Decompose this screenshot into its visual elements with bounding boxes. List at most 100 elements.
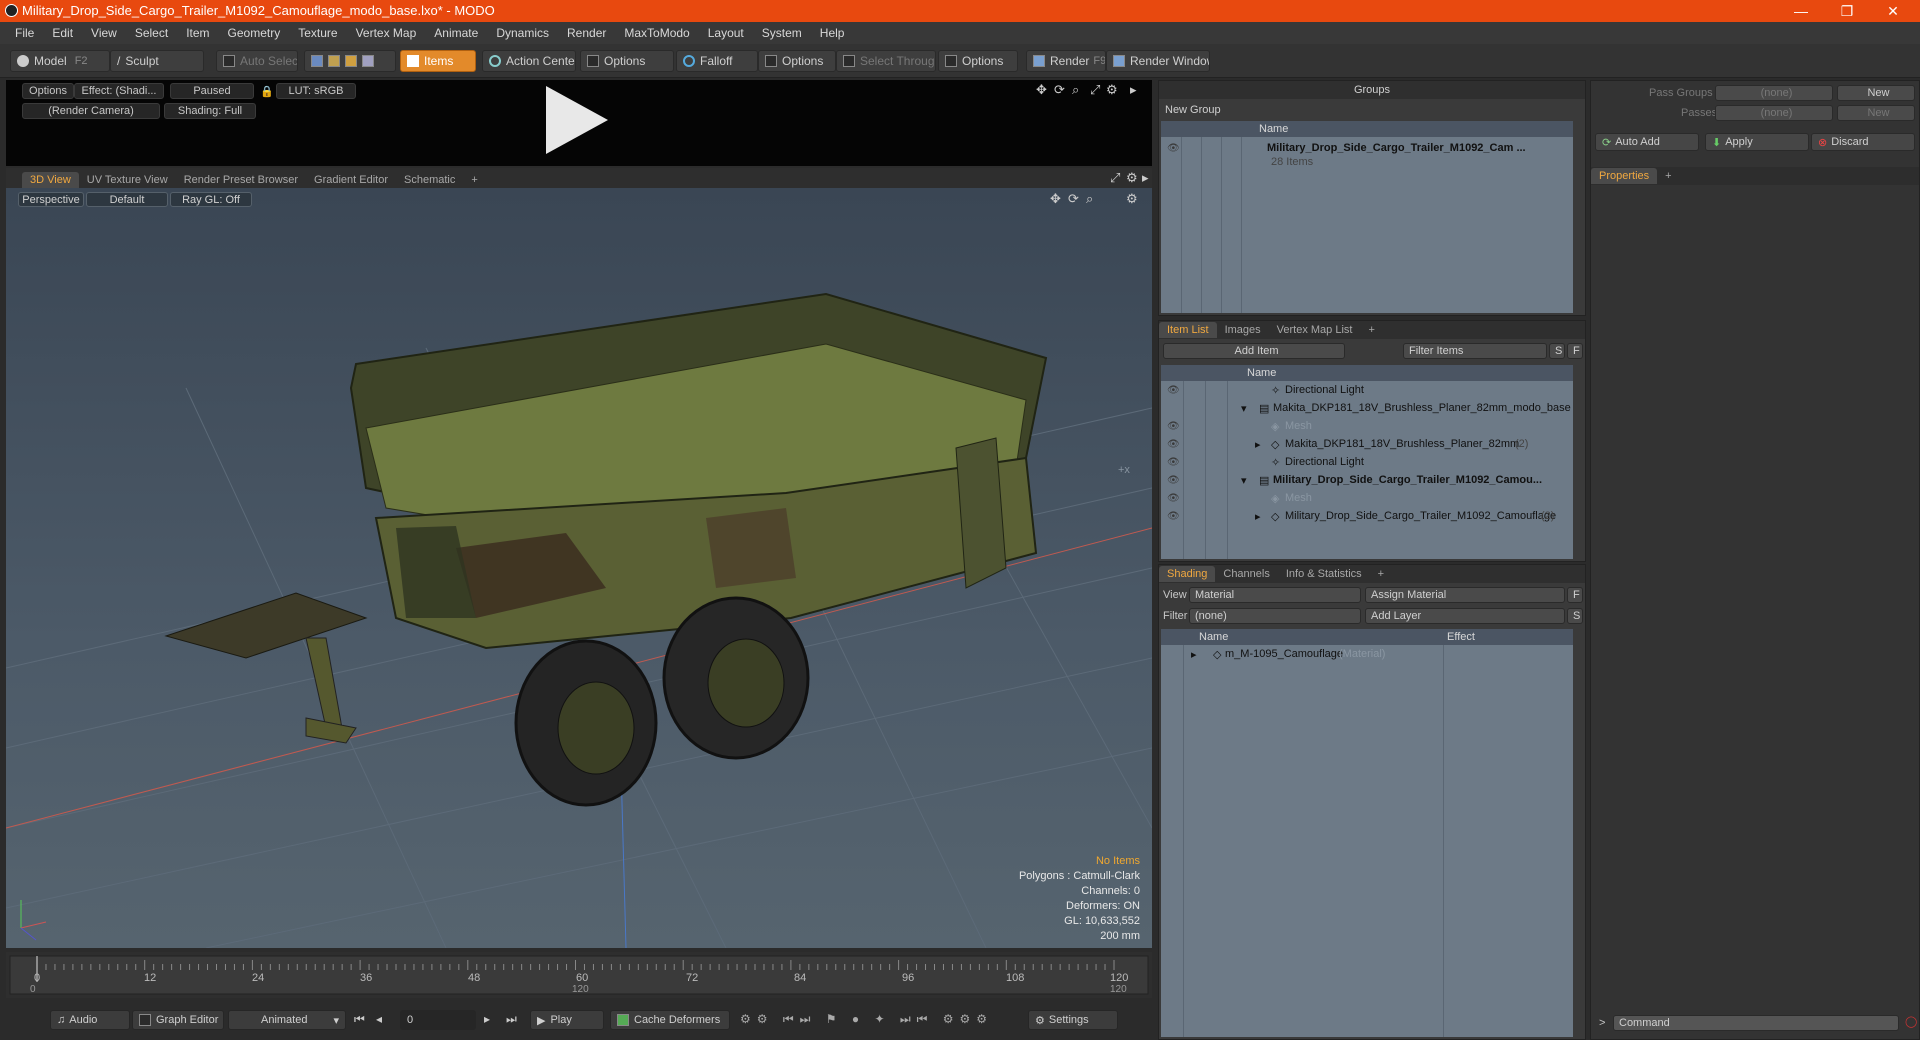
item-list[interactable]: 👁 ✧ Directional Light ▾ ▤ Makita_DKP181_18V_…: [1161, 381, 1573, 559]
eye-icon[interactable]: 👁: [1167, 475, 1180, 486]
falloff-button[interactable]: Falloff: [676, 50, 758, 72]
groups-list[interactable]: 👁 Military_Drop_Side_Cargo_Trailer_M1092…: [1161, 137, 1573, 313]
edges-mode-icon[interactable]: [328, 55, 340, 67]
menu-view[interactable]: View: [82, 26, 126, 40]
skip-start-icon[interactable]: ⏮: [354, 1012, 365, 1027]
filter-items-input[interactable]: Filter Items: [1403, 343, 1547, 359]
keyframe-controls[interactable]: ⚙⚙ ⏮⏭ ⚑ ● ✦ ⏭⏮ ⚙⚙⚙: [740, 1012, 993, 1027]
list-item[interactable]: ▾ ▤ Makita_DKP181_18V_Brushless_Planer_82m…: [1161, 399, 1573, 417]
eye-icon[interactable]: 👁: [1167, 457, 1180, 468]
menu-select[interactable]: Select: [126, 26, 177, 40]
chevron-right-icon[interactable]: ▸: [1191, 648, 1197, 661]
polygons-mode-icon[interactable]: [345, 55, 357, 67]
list-item[interactable]: 👁 ✧ Directional Light: [1161, 453, 1573, 471]
tab-channels[interactable]: Channels: [1215, 566, 1277, 582]
list-item[interactable]: 👁 ◈ Mesh: [1161, 489, 1573, 507]
auto-select-button[interactable]: Auto Select: [216, 50, 298, 72]
perspective-dropdown[interactable]: Perspective: [18, 192, 84, 207]
new-pass-group-button[interactable]: New: [1837, 85, 1915, 101]
menu-maxtomodo[interactable]: MaxToModo: [615, 26, 698, 40]
menu-geometry[interactable]: Geometry: [219, 26, 290, 40]
list-item[interactable]: 👁 ▾ ▤ Military_Drop_Side_Cargo_Trailer_M109…: [1161, 471, 1573, 489]
animated-dropdown[interactable]: Animated ▾: [228, 1010, 346, 1030]
maximize-view-icon[interactable]: ⤢: [1110, 170, 1120, 186]
select-through-button[interactable]: Select Through: [836, 50, 936, 72]
menu-texture[interactable]: Texture: [289, 26, 346, 40]
view-dropdown[interactable]: Material: [1189, 587, 1361, 603]
arrow-right-icon[interactable]: ▸: [1130, 82, 1137, 98]
play-button[interactable]: ▶ Play: [530, 1010, 604, 1030]
list-item[interactable]: 👁 ▸ ◇ Makita_DKP181_18V_Brushless_Planer_82…: [1161, 435, 1573, 453]
eye-icon[interactable]: 👁: [1167, 493, 1180, 504]
audio-button[interactable]: ♫ Audio: [50, 1010, 130, 1030]
menu-dynamics[interactable]: Dynamics: [487, 26, 558, 40]
lut-dropdown[interactable]: LUT: sRGB: [276, 83, 356, 99]
add-tab-icon[interactable]: +: [463, 172, 485, 188]
falloff-options-button[interactable]: Options: [758, 50, 836, 72]
minimize-icon[interactable]: —: [1778, 0, 1824, 22]
tab-item-list[interactable]: Item List: [1159, 322, 1217, 338]
command-input[interactable]: Command: [1613, 1015, 1899, 1031]
menu-file[interactable]: File: [6, 26, 43, 40]
menu-render[interactable]: Render: [558, 26, 615, 40]
auto-add-button[interactable]: ⟳ Auto Add: [1595, 133, 1699, 151]
list-item[interactable]: 👁 ▸ ◇ Military_Drop_Side_Cargo_Trailer_M109…: [1161, 507, 1573, 525]
vertices-mode-icon[interactable]: [311, 55, 323, 67]
tab-gradient-editor[interactable]: Gradient Editor: [306, 172, 396, 188]
render-camera-dropdown[interactable]: (Render Camera): [22, 103, 160, 119]
render-window-button[interactable]: Render Window: [1106, 50, 1210, 72]
render-button[interactable]: Render F9: [1026, 50, 1106, 72]
move-icon[interactable]: ✥: [1050, 191, 1061, 207]
gear-icon[interactable]: ⚙: [1126, 191, 1138, 207]
frame-input[interactable]: 0: [400, 1010, 476, 1030]
rotate-icon[interactable]: ⟳: [1054, 82, 1065, 98]
list-item[interactable]: 👁 ◈ Mesh: [1161, 417, 1573, 435]
menu-system[interactable]: System: [753, 26, 811, 40]
list-item[interactable]: 👁 ✧ Directional Light: [1161, 381, 1573, 399]
graph-editor-button[interactable]: Graph Editor: [132, 1010, 224, 1030]
raygl-dropdown[interactable]: Ray GL: Off: [170, 192, 252, 207]
s-toggle-button[interactable]: S: [1567, 608, 1583, 624]
eye-icon[interactable]: 👁: [1167, 421, 1180, 432]
tab-images[interactable]: Images: [1217, 322, 1269, 338]
f-toggle-button[interactable]: F: [1567, 587, 1583, 603]
discard-button[interactable]: ⊗ Discard: [1811, 133, 1915, 151]
add-tab-icon[interactable]: +: [1370, 566, 1392, 582]
step-back-icon[interactable]: ◂: [376, 1012, 382, 1026]
preview-options-button[interactable]: Options: [22, 83, 74, 99]
arrow-right-icon[interactable]: ▸: [1142, 170, 1149, 186]
filter-dropdown[interactable]: (none): [1189, 608, 1361, 624]
tab-shading[interactable]: Shading: [1159, 566, 1216, 582]
eye-icon[interactable]: 👁: [1167, 143, 1180, 154]
menu-layout[interactable]: Layout: [699, 26, 753, 40]
record-icon[interactable]: ◯: [1905, 1015, 1917, 1028]
move-icon[interactable]: ✥: [1036, 82, 1047, 98]
step-forward-icon[interactable]: ▸: [484, 1012, 490, 1026]
shading-dropdown[interactable]: Shading: Full: [164, 103, 256, 119]
tab-properties[interactable]: Properties: [1591, 168, 1658, 184]
menu-edit[interactable]: Edit: [43, 26, 82, 40]
maximize-icon[interactable]: ❐: [1824, 0, 1870, 22]
action-center-options-button[interactable]: Options: [580, 50, 674, 72]
pass-groups-dropdown[interactable]: (none): [1715, 85, 1833, 101]
zoom-icon[interactable]: ⌕: [1086, 191, 1093, 207]
s-toggle-button[interactable]: S: [1549, 343, 1565, 359]
chevron-right-icon[interactable]: ▸: [1255, 510, 1261, 523]
tab-info-statistics[interactable]: Info & Statistics: [1278, 566, 1370, 582]
action-center-button[interactable]: Action Center: [482, 50, 576, 72]
paused-toggle[interactable]: Paused: [170, 83, 254, 99]
chevron-down-icon[interactable]: ▾: [1241, 474, 1247, 487]
sculpt-mode-button[interactable]: / Sculpt: [110, 50, 204, 72]
settings-button[interactable]: ⚙ Settings: [1028, 1010, 1118, 1030]
menu-animate[interactable]: Animate: [425, 26, 487, 40]
effect-dropdown[interactable]: Effect: (Shadi...: [74, 83, 164, 99]
add-item-dropdown[interactable]: Add Item: [1163, 343, 1345, 359]
tab-render-preset-browser[interactable]: Render Preset Browser: [176, 172, 306, 188]
add-tab-icon[interactable]: +: [1360, 322, 1382, 338]
passes-dropdown[interactable]: (none): [1715, 105, 1833, 121]
menu-help[interactable]: Help: [811, 26, 854, 40]
new-group-button[interactable]: New Group: [1159, 101, 1237, 119]
chevron-down-icon[interactable]: ▾: [1241, 402, 1247, 415]
play-icon[interactable]: [546, 86, 608, 154]
new-pass-button[interactable]: New: [1837, 105, 1915, 121]
